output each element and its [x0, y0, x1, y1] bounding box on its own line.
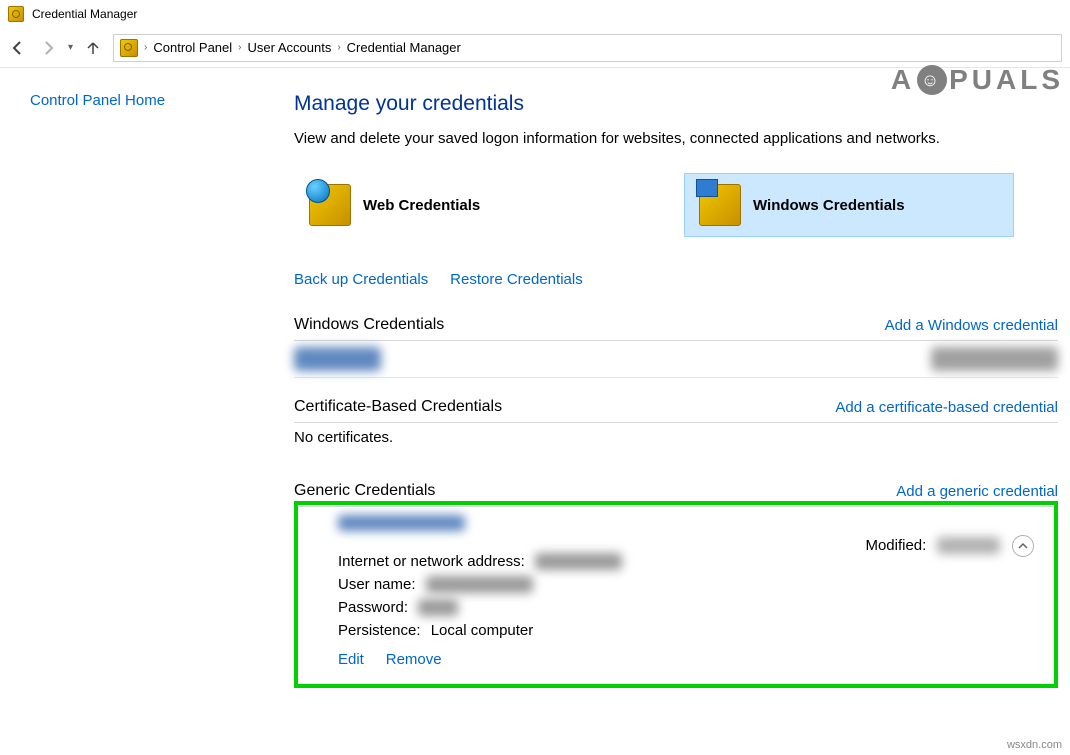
forward-button[interactable] — [38, 38, 58, 58]
detail-row: User name: x — [338, 576, 1014, 593]
breadcrumb-item[interactable]: Credential Manager — [347, 40, 461, 55]
content: Manage your credentials View and delete … — [280, 92, 1070, 708]
collapse-button[interactable] — [1012, 535, 1034, 557]
main-area: Control Panel Home Manage your credentia… — [0, 68, 1070, 708]
section-header: Certificate-Based Credentials Add a cert… — [294, 398, 1058, 423]
address-value-redacted: x — [535, 553, 623, 570]
breadcrumb-item[interactable]: Control Panel — [153, 40, 232, 55]
vault-icon — [8, 6, 24, 22]
nav-bar: ▾ › Control Panel › User Accounts › Cred… — [0, 28, 1070, 68]
chevron-right-icon: › — [337, 42, 340, 53]
watermark-post: PUALS — [949, 64, 1064, 96]
vault-icon-small — [120, 39, 138, 57]
detail-row: Internet or network address: x — [338, 553, 1014, 570]
back-button[interactable] — [8, 38, 28, 58]
section-title: Windows Credentials — [294, 316, 444, 334]
sidebar: Control Panel Home — [0, 92, 280, 708]
web-credentials-label: Web Credentials — [363, 197, 480, 214]
control-panel-home-link[interactable]: Control Panel Home — [30, 92, 165, 109]
edit-credential-link[interactable]: Edit — [338, 651, 364, 668]
remove-credential-link[interactable]: Remove — [386, 651, 442, 668]
password-value-redacted: x — [418, 599, 458, 616]
persistence-label: Persistence: — [338, 622, 421, 639]
web-credentials-icon — [309, 184, 351, 226]
window-title: Credential Manager — [32, 7, 137, 21]
watermark: A ☺ PUALS — [891, 64, 1064, 96]
breadcrumb-item[interactable]: User Accounts — [248, 40, 332, 55]
chevron-right-icon: › — [144, 42, 147, 53]
username-value-redacted: x — [426, 576, 534, 593]
recent-locations-button[interactable]: ▾ — [68, 42, 73, 53]
credential-row[interactable]: x x — [294, 341, 1058, 378]
no-certificates-text: No certificates. — [294, 423, 1058, 462]
up-button[interactable] — [83, 38, 103, 58]
certificate-credentials-section: Certificate-Based Credentials Add a cert… — [294, 398, 1058, 462]
detail-row: Password: x — [338, 599, 1014, 616]
restore-credentials-link[interactable]: Restore Credentials — [450, 271, 583, 288]
credential-actions: Edit Remove — [338, 651, 1014, 668]
backup-restore-links: Back up Credentials Restore Credentials — [294, 271, 1058, 288]
credential-name-redacted: x — [294, 347, 381, 371]
modified-label: Modified: x — [865, 537, 1000, 554]
generic-credentials-section: Generic Credentials Add a generic creden… — [294, 482, 1058, 688]
credential-address-redacted: x — [338, 515, 465, 531]
web-credentials-tile[interactable]: Web Credentials — [294, 173, 624, 237]
title-bar: Credential Manager — [0, 0, 1070, 28]
windows-credentials-icon — [699, 184, 741, 226]
watermark-icon: ☺ — [917, 65, 947, 95]
address-bar[interactable]: › Control Panel › User Accounts › Creden… — [113, 34, 1062, 62]
source-watermark: wsxdn.com — [1007, 739, 1062, 751]
persistence-value: Local computer — [431, 622, 534, 639]
windows-credentials-label: Windows Credentials — [753, 197, 905, 214]
section-title: Generic Credentials — [294, 482, 435, 500]
add-generic-credential-link[interactable]: Add a generic credential — [896, 483, 1058, 500]
expanded-credential: x Modified: x Internet or network addres… — [294, 501, 1058, 688]
modified-date-redacted: x — [937, 537, 1001, 554]
windows-credentials-section: Windows Credentials Add a Windows creden… — [294, 316, 1058, 378]
add-windows-credential-link[interactable]: Add a Windows credential — [885, 317, 1058, 334]
section-title: Certificate-Based Credentials — [294, 398, 502, 416]
page-description: View and delete your saved logon informa… — [294, 130, 1058, 147]
password-label: Password: — [338, 599, 408, 616]
detail-row: Persistence: Local computer — [338, 622, 1014, 639]
add-certificate-credential-link[interactable]: Add a certificate-based credential — [835, 399, 1058, 416]
credential-date-redacted: x — [931, 347, 1058, 371]
credential-category-tiles: Web Credentials Windows Credentials — [294, 173, 1058, 237]
windows-credentials-tile[interactable]: Windows Credentials — [684, 173, 1014, 237]
address-label: Internet or network address: — [338, 553, 525, 570]
section-header: Windows Credentials Add a Windows creden… — [294, 316, 1058, 341]
chevron-right-icon: › — [238, 42, 241, 53]
username-label: User name: — [338, 576, 416, 593]
backup-credentials-link[interactable]: Back up Credentials — [294, 271, 428, 288]
watermark-pre: A — [891, 64, 915, 96]
